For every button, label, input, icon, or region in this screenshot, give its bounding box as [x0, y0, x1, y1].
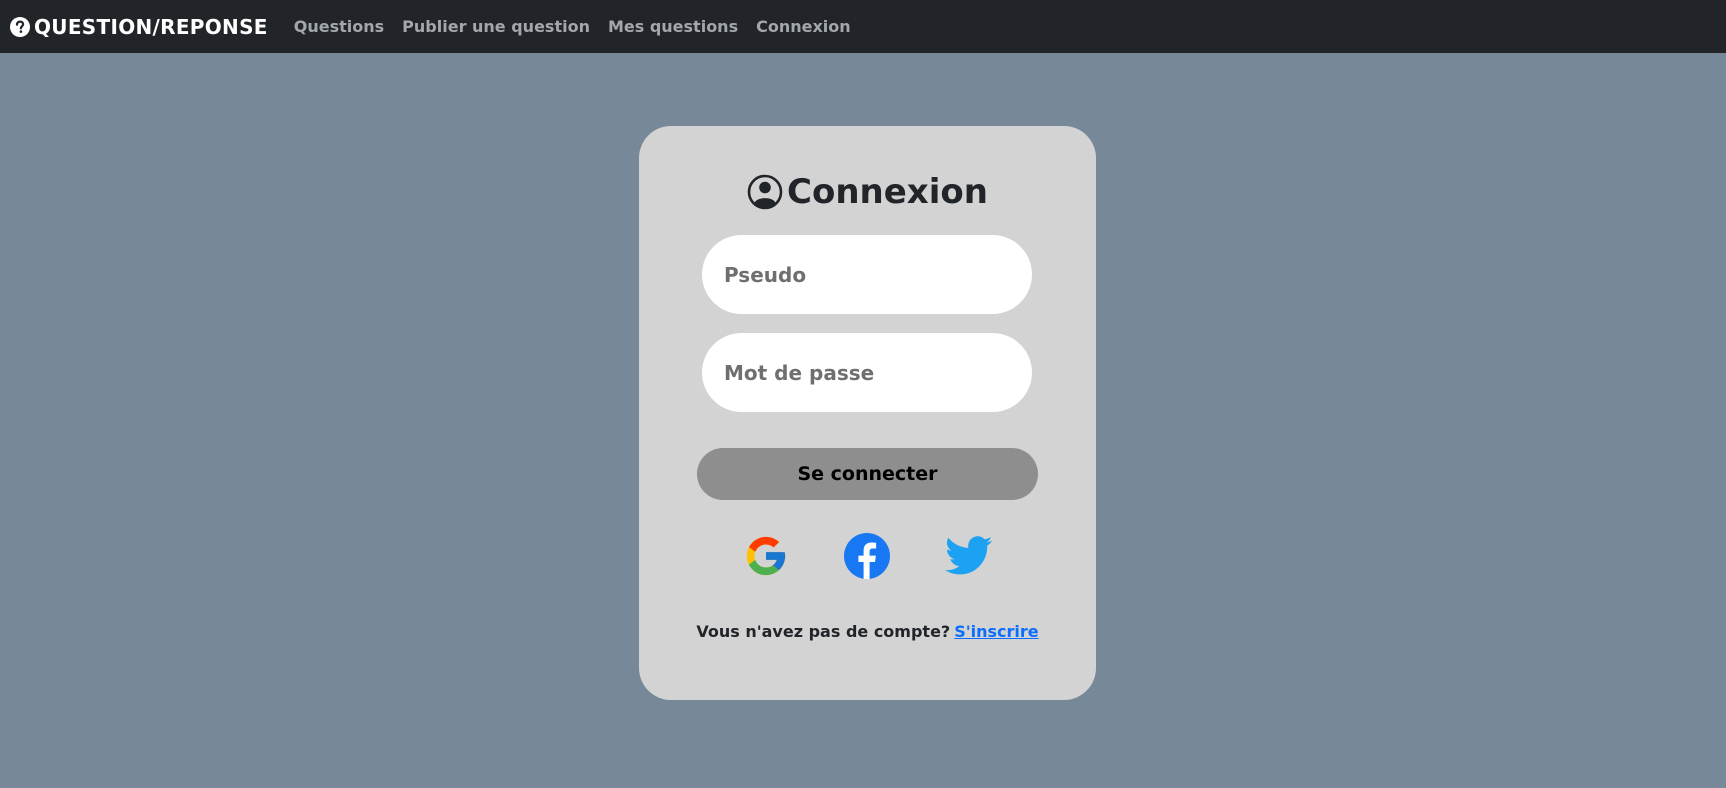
user-circle-icon	[747, 174, 783, 210]
facebook-icon	[844, 533, 890, 583]
question-circle-icon	[10, 16, 30, 37]
brand-link[interactable]: QUESTION/REPONSE	[10, 15, 268, 39]
google-login-button[interactable]	[742, 534, 790, 582]
login-title-text: Connexion	[787, 172, 988, 212]
nav-link-questions[interactable]: Questions	[294, 17, 384, 36]
pseudo-input[interactable]	[702, 235, 1032, 314]
brand-label: QUESTION/REPONSE	[34, 14, 268, 39]
nav-link-my-questions[interactable]: Mes questions	[608, 17, 738, 36]
twitter-icon	[945, 536, 993, 580]
password-input[interactable]	[702, 333, 1032, 412]
login-title: Connexion	[639, 172, 1096, 212]
google-icon	[743, 533, 789, 583]
twitter-login-button[interactable]	[945, 534, 993, 582]
nav-link-login[interactable]: Connexion	[756, 17, 851, 36]
login-submit-button[interactable]: Se connecter	[697, 448, 1038, 500]
facebook-login-button[interactable]	[843, 533, 891, 583]
login-card: Connexion Se connecter	[639, 126, 1096, 700]
signup-prompt: Vous n'avez pas de compte?	[696, 622, 951, 641]
signup-link[interactable]: S'inscrire	[954, 622, 1038, 641]
top-navbar: QUESTION/REPONSE Questions Publier une q…	[0, 0, 1726, 53]
nav-link-publish-question[interactable]: Publier une question	[402, 17, 590, 36]
signup-row: Vous n'avez pas de compte? S'inscrire	[639, 622, 1096, 641]
